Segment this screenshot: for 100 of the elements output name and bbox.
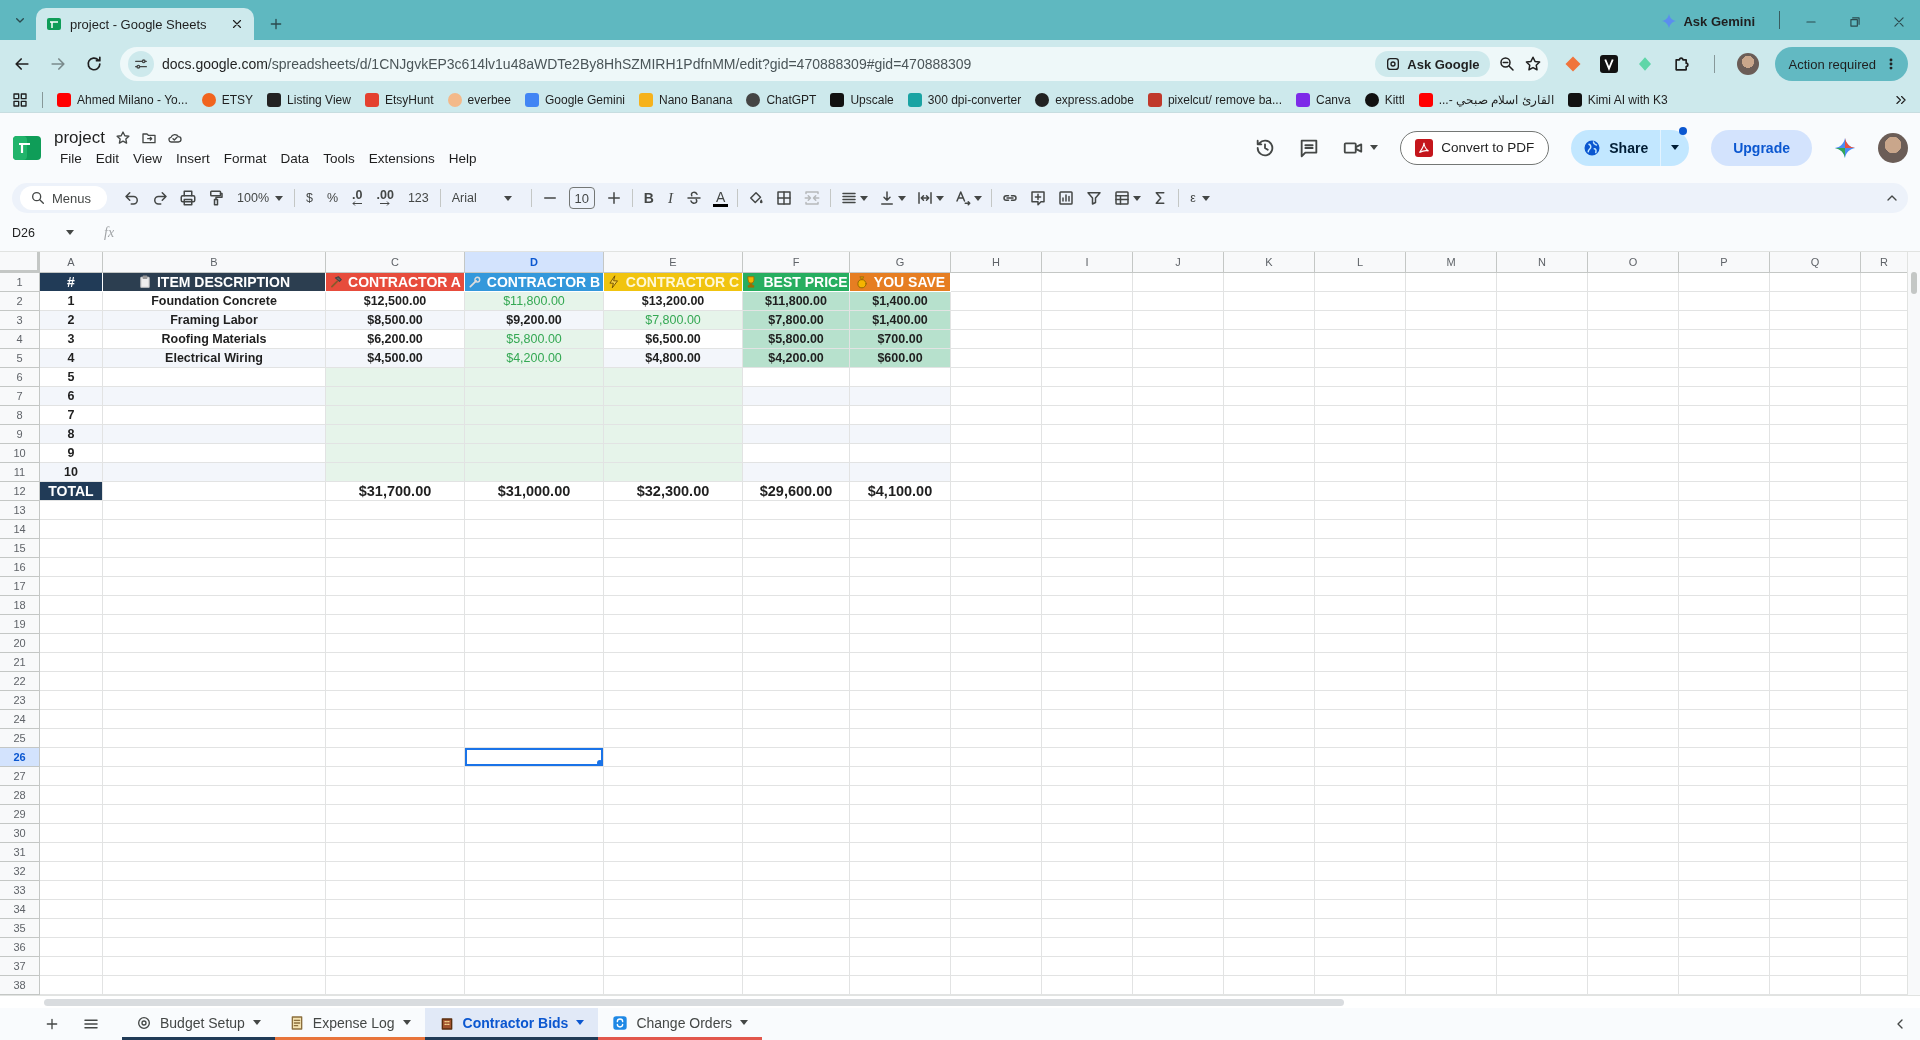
convert-to-pdf-button[interactable]: Convert to PDF bbox=[1400, 130, 1550, 165]
share-button[interactable]: Share bbox=[1571, 129, 1690, 166]
bookmark[interactable]: Listing View bbox=[267, 93, 351, 107]
column-header[interactable]: O bbox=[1588, 252, 1679, 273]
row-header[interactable]: 21 bbox=[0, 653, 40, 672]
row-header[interactable]: 14 bbox=[0, 520, 40, 539]
column-header[interactable]: G bbox=[850, 252, 951, 273]
column-header[interactable]: E bbox=[604, 252, 743, 273]
browser-tab[interactable]: project - Google Sheets bbox=[36, 8, 254, 40]
bold-button[interactable]: B bbox=[641, 190, 656, 206]
row-header[interactable]: 12 bbox=[0, 482, 40, 501]
decimal-button[interactable]: .00 bbox=[374, 190, 396, 206]
row-header[interactable]: 30 bbox=[0, 824, 40, 843]
account-avatar[interactable] bbox=[1878, 132, 1908, 163]
row-header[interactable]: 37 bbox=[0, 957, 40, 976]
row-header[interactable]: 34 bbox=[0, 900, 40, 919]
sheet-tab[interactable]: Expense Log bbox=[274, 1008, 425, 1040]
close-icon[interactable] bbox=[230, 17, 244, 31]
bookmark[interactable]: القارئ اسلام صبحي -... bbox=[1418, 93, 1554, 107]
bookmark[interactable]: Canva bbox=[1296, 93, 1351, 107]
extension-icon[interactable] bbox=[1599, 55, 1618, 73]
row-header[interactable]: 2 bbox=[0, 292, 40, 311]
redo-icon[interactable] bbox=[151, 189, 170, 207]
row-header[interactable]: 36 bbox=[0, 938, 40, 957]
ask-google-button[interactable]: Ask Google bbox=[1375, 51, 1490, 77]
name-box[interactable]: D26 bbox=[12, 225, 92, 240]
format-button[interactable]: % bbox=[324, 191, 341, 205]
column-header[interactable]: K bbox=[1224, 252, 1315, 273]
row-header[interactable]: 29 bbox=[0, 805, 40, 824]
bookmark[interactable]: Google Gemini bbox=[524, 93, 625, 107]
column-header[interactable]: P bbox=[1679, 252, 1770, 273]
column-header[interactable]: F bbox=[743, 252, 850, 273]
action-required-button[interactable]: Action required bbox=[1774, 47, 1908, 81]
new-tab-icon[interactable] bbox=[268, 16, 284, 32]
row-header[interactable]: 22 bbox=[0, 672, 40, 691]
bookmark[interactable]: Nano Banana bbox=[639, 93, 733, 107]
column-header[interactable]: A bbox=[40, 252, 103, 273]
move-folder-icon[interactable] bbox=[141, 130, 158, 146]
row-header[interactable]: 24 bbox=[0, 710, 40, 729]
row-header[interactable]: 25 bbox=[0, 729, 40, 748]
ask-gemini-button[interactable]: Ask Gemini bbox=[1661, 13, 1755, 29]
row-header[interactable]: 16 bbox=[0, 558, 40, 577]
bookmark[interactable]: express.adobe bbox=[1035, 93, 1134, 107]
bookmark[interactable]: Upscale bbox=[830, 93, 894, 107]
row-header[interactable]: 28 bbox=[0, 786, 40, 805]
row-header[interactable]: 23 bbox=[0, 691, 40, 710]
row-header[interactable]: 19 bbox=[0, 615, 40, 634]
column-header[interactable]: M bbox=[1406, 252, 1497, 273]
row-header[interactable]: 35 bbox=[0, 919, 40, 938]
menus-search[interactable]: Menus bbox=[20, 186, 108, 210]
row-header[interactable]: 5 bbox=[0, 349, 40, 368]
bookmark[interactable]: Ahmed Milano - Yo... bbox=[57, 93, 188, 107]
format-button[interactable]: 123 bbox=[405, 191, 431, 205]
zoom-icon[interactable] bbox=[1497, 55, 1516, 73]
site-settings-icon[interactable] bbox=[133, 56, 149, 72]
more-bookmarks-icon[interactable] bbox=[1894, 93, 1908, 107]
chart-icon[interactable] bbox=[1057, 189, 1076, 207]
column-header[interactable]: R bbox=[1861, 252, 1907, 273]
sheet-tab[interactable]: Budget Setup bbox=[122, 1008, 275, 1040]
column-header[interactable]: Q bbox=[1770, 252, 1861, 273]
menu-item[interactable]: Format bbox=[217, 150, 273, 167]
row-header[interactable]: 8 bbox=[0, 406, 40, 425]
upgrade-button[interactable]: Upgrade bbox=[1711, 129, 1812, 166]
row-header[interactable]: 10 bbox=[0, 444, 40, 463]
sheet-tab[interactable]: Contractor Bids bbox=[424, 1008, 599, 1040]
row-header[interactable]: 11 bbox=[0, 463, 40, 482]
column-header[interactable]: B bbox=[103, 252, 326, 273]
text-wrap-icon[interactable] bbox=[916, 189, 935, 207]
restore-icon[interactable] bbox=[1848, 15, 1862, 29]
font-dropdown[interactable]: Arial bbox=[449, 191, 522, 205]
document-title[interactable]: project bbox=[54, 128, 106, 148]
row-header[interactable]: 6 bbox=[0, 368, 40, 387]
font-size-field[interactable]: 10 bbox=[568, 187, 595, 209]
sheet-tab[interactable]: Change Orders bbox=[598, 1008, 763, 1040]
row-header[interactable]: 33 bbox=[0, 881, 40, 900]
sheets-logo[interactable] bbox=[12, 134, 42, 161]
star-icon[interactable] bbox=[1523, 55, 1542, 73]
row-header[interactable]: 32 bbox=[0, 862, 40, 881]
horizontal-scrollbar[interactable] bbox=[44, 999, 1344, 1006]
bookmark[interactable]: 300 dpi-converter bbox=[907, 93, 1022, 107]
row-header[interactable]: 7 bbox=[0, 387, 40, 406]
fill-handle[interactable] bbox=[597, 760, 603, 766]
menu-item[interactable]: Extensions bbox=[362, 150, 441, 167]
row-header[interactable]: 26 bbox=[0, 748, 40, 767]
star-icon[interactable] bbox=[115, 130, 132, 146]
row-header[interactable]: 18 bbox=[0, 596, 40, 615]
strikethrough-icon[interactable] bbox=[684, 189, 703, 207]
column-header[interactable]: I bbox=[1042, 252, 1133, 273]
bookmark[interactable]: Kimi AI with K3 bbox=[1567, 93, 1668, 107]
selected-cell[interactable] bbox=[465, 748, 604, 767]
vertical-scrollbar[interactable] bbox=[1907, 252, 1920, 995]
dropdown[interactable]: 100% bbox=[235, 191, 285, 205]
text-rotation-icon[interactable] bbox=[954, 189, 973, 207]
menu-item[interactable]: Tools bbox=[317, 150, 361, 167]
row-header[interactable]: 17 bbox=[0, 577, 40, 596]
italic-button[interactable]: I bbox=[665, 189, 675, 207]
apps-icon[interactable] bbox=[12, 92, 28, 108]
address-bar[interactable]: docs.google.com/spreadsheets/d/1CNJgvkEP3c614lv1u48aWDTe2By8HhSZMIRH1PdfnMM/edit?gid=470888309#gid=470888309 Ask Google bbox=[120, 47, 1548, 81]
decimal-button[interactable]: .0 bbox=[350, 190, 365, 206]
bookmark[interactable]: pixelcut/ remove ba... bbox=[1147, 93, 1282, 107]
